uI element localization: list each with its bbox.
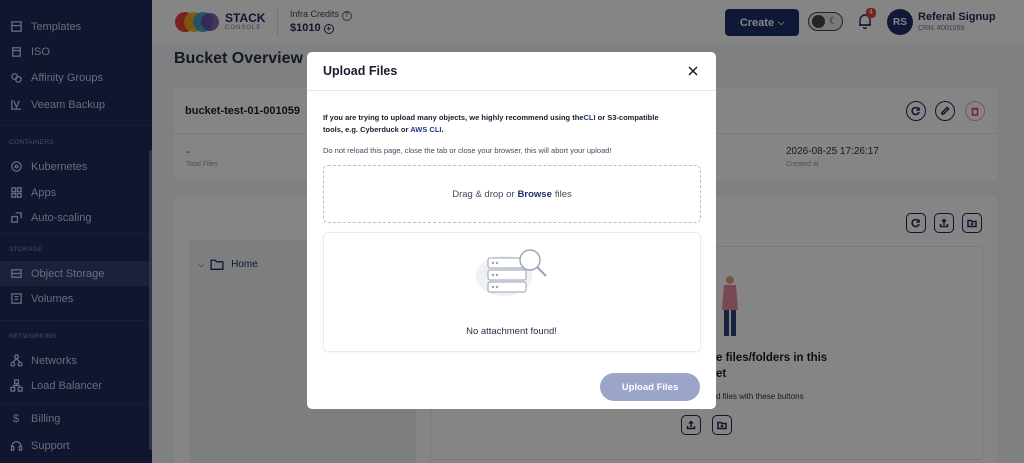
- dropzone-text: files: [554, 188, 572, 200]
- cli-link[interactable]: CLI: [583, 113, 595, 122]
- upload-warning-text: Do not reload this page, close the tab o…: [323, 146, 612, 155]
- aws-cli-link[interactable]: AWS CLI: [410, 125, 441, 134]
- upload-files-submit-button[interactable]: Upload Files: [600, 373, 700, 401]
- close-icon[interactable]: [687, 65, 699, 77]
- no-attachment-illustration: [476, 249, 547, 296]
- upload-recommendation-text: If you are trying to upload many objects…: [323, 113, 659, 134]
- browse-link[interactable]: Browse: [518, 189, 552, 200]
- upload-files-modal: Upload Files If you are trying to upload…: [307, 52, 716, 409]
- file-dropzone[interactable]: Drag & drop or Browse files: [323, 165, 701, 223]
- modal-title: Upload Files: [323, 64, 398, 78]
- no-attachment-text: No attachment found!: [466, 326, 557, 337]
- dropzone-text: Drag & drop or: [452, 188, 515, 200]
